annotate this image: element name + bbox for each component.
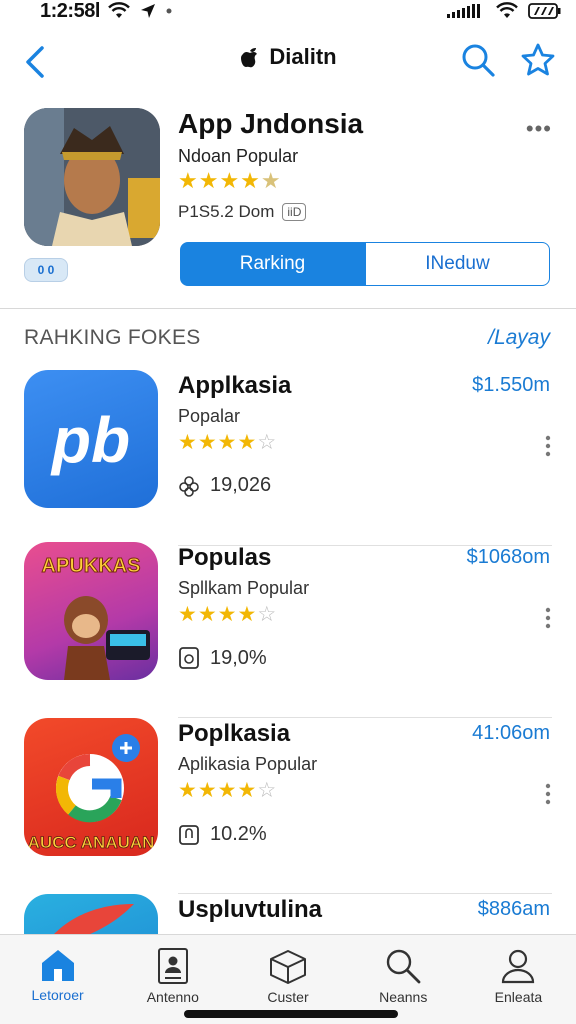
tab-label: Enleata [494,989,543,1005]
search-button[interactable] [460,42,496,78]
see-all-label: Layay [493,326,550,349]
featured-badge: 0 0 [24,258,68,282]
box-icon [270,950,306,984]
lock-icon [179,825,199,845]
app-icon-letters: pb [50,404,130,476]
app-price: $1.550m [472,374,550,396]
app-price: 41:06om [472,722,550,744]
app-meta-value: 19,026 [210,474,272,496]
home-icon [41,950,74,981]
app-name: Populas [178,544,272,571]
app-icon: pb [24,370,158,508]
app-icon-letters: APUKKAS [42,555,141,577]
more-vertical-icon[interactable] [544,606,552,630]
person-icon [502,949,535,984]
app-meta: 19,026 [178,474,271,497]
featured-rating: ★★★★★ [178,168,282,194]
nav-header: Dialitn [0,34,576,90]
app-rating: ★★★★☆ [178,603,278,626]
wifi-icon [496,2,518,18]
featured-price-row: P1S5.2 Dom iiD [178,202,307,222]
tab-label: Antenno [146,989,199,1005]
wifi-icon [108,2,130,18]
home-indicator[interactable] [184,1010,398,1018]
app-icon: AUCC ANAUAN [24,718,158,856]
tab-today[interactable]: Letoroer [0,935,115,1024]
section-title: RAHKING FOKES [24,326,201,349]
tab-label: Letoroer [31,987,84,1003]
featured-app-name: App Jndonsia [178,108,364,139]
tab-label: Custer [267,989,309,1005]
list-item[interactable]: APUKKAS Populas Spllkam Popular ★★★★☆ 19… [0,542,576,718]
featured-app: 0 0 App Jndonsia ••• Ndoan Popular ★★★★★… [0,108,576,308]
tab-review[interactable]: INeduw [365,242,550,286]
rating-stars: ★★★★ [178,168,261,193]
dot-icon [166,8,172,14]
app-price: $886am [477,898,550,920]
more-options-button[interactable]: ••• [526,116,552,142]
app-meta-value: 19,0% [210,646,267,669]
id-card-icon [157,948,188,984]
flower-icon [179,475,199,497]
app-rating: ★★★★☆ [178,431,278,454]
battery-icon [528,3,561,19]
favorite-button[interactable] [520,42,556,78]
status-time: 1:2:58l [40,0,100,22]
status-bar: 1:2:58l [0,0,576,24]
tag-icon [179,647,199,669]
see-all-link[interactable]: /Layay [488,326,550,350]
segmented-control: Rarking INeduw [180,242,550,286]
featured-price: P1S5.2 Dom [178,202,275,221]
app-subtitle: Aplikasia Popular [178,754,318,774]
search-icon [387,949,421,984]
portrait-image [24,108,160,246]
more-vertical-icon[interactable] [544,434,552,458]
half-star-icon: ★ [260,168,282,193]
app-name: Uspluvtulina [178,896,323,923]
search-icon [462,44,495,77]
app-icon: APUKKAS [24,542,158,680]
age-rating-chip: iiD [282,203,307,221]
star-outline-icon [521,43,555,76]
list-item[interactable]: pb Applkasia Popalar ★★★★☆ 19,026 $1.550… [0,370,576,546]
app-name: Poplkasia [178,720,291,747]
more-vertical-icon[interactable] [544,782,552,806]
tab-ranking[interactable]: Rarking [180,242,365,286]
app-meta: 19,0% [178,646,267,670]
featured-app-subtitle: Ndoan Popular [178,146,299,166]
app-meta: 10.2% [178,822,267,846]
app-name: Applkasia [178,372,292,399]
location-arrow-icon [141,4,155,18]
tab-profile[interactable]: Enleata [461,935,576,1024]
tab-bar: Letoroer Antenno Custer Neanns Enleata [0,934,576,1024]
app-meta-value: 10.2% [210,822,267,845]
signal-icon [447,4,480,18]
app-icon-letters: AUCC ANAUAN [28,833,155,852]
tab-label: Neanns [379,989,428,1005]
list-item[interactable]: AUCC ANAUAN Poplkasia Aplikasia Popular … [0,718,576,894]
app-price: $1068om [466,546,550,568]
app-rating: ★★★★☆ [178,779,278,802]
divider [0,308,576,309]
app-subtitle: Spllkam Popular [178,578,310,598]
page-title: Dialitn [269,44,337,69]
apple-logo-icon [241,48,258,68]
app-subtitle: Popalar [178,406,241,426]
featured-app-icon[interactable] [24,108,160,246]
